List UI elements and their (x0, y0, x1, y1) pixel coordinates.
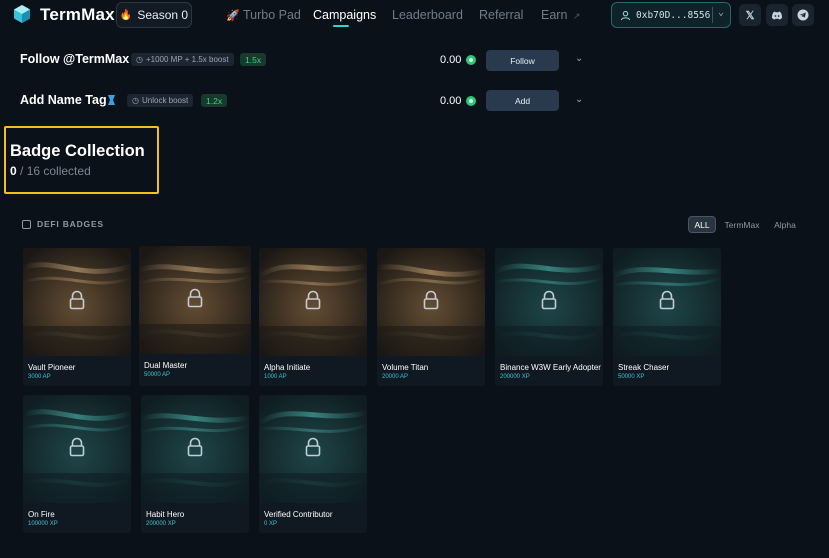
wallet-divider (712, 7, 713, 23)
task-title: Follow @TermMax (20, 52, 130, 66)
lock-icon (186, 437, 204, 457)
lock-icon (186, 288, 204, 308)
task-reward-text: +1000 MP + 1.5x boost (145, 55, 229, 64)
boost-multiplier-badge: 1.2x (201, 94, 228, 107)
badge-xp: 200000 XP (146, 521, 176, 527)
badge-card[interactable]: Binance W3W Early Adopter 200000 XP (495, 248, 603, 386)
badge-name: Verified Contributor (264, 510, 333, 519)
lock-icon (540, 290, 558, 310)
gem-icon (466, 55, 476, 65)
badge-name: Dual Master (144, 361, 188, 370)
nav-link-label: Referral (479, 8, 524, 22)
badge-card[interactable]: Streak Chaser 50000 XP (613, 248, 721, 386)
active-tab-indicator (333, 25, 349, 27)
name-tag-icon (108, 95, 115, 105)
collected-total: / 16 collected (20, 164, 91, 178)
badge-xp: 200000 XP (500, 374, 530, 380)
filter-all[interactable]: ALL (688, 216, 716, 233)
lock-icon (68, 437, 86, 457)
task-amount: 0.00 (440, 54, 462, 66)
badge-name: Habit Hero (146, 510, 185, 519)
badge-collection-title: Badge Collection (10, 142, 145, 160)
badge-xp: 1000 AP (264, 374, 287, 380)
clock-icon: ◷ (132, 96, 139, 105)
rocket-icon: 🚀 (226, 10, 240, 22)
badge-card[interactable]: Volume Titan 20000 AP (377, 248, 485, 386)
nav-link-campaigns[interactable]: Campaigns (313, 8, 376, 22)
task-reward-tag: ◷ +1000 MP + 1.5x boost (131, 53, 234, 66)
wallet-button[interactable]: 0xb70D...8556 ⌄ (611, 2, 731, 28)
badge-xp: 100000 XP (28, 521, 58, 527)
badge-card[interactable]: Dual Master 50000 AP (139, 246, 251, 386)
task-title: Add Name Tag (20, 93, 107, 107)
user-icon (620, 10, 631, 20)
nav-link-leaderboard[interactable]: Leaderboard (392, 8, 463, 22)
badge-name: Volume Titan (382, 363, 429, 372)
nav-link-label: Campaigns (313, 8, 377, 22)
chevron-down-icon[interactable]: ⌄ (718, 7, 724, 18)
x-icon[interactable]: 𝕏 (739, 4, 761, 26)
nav-link-label: Earn (541, 8, 568, 22)
clock-icon: ◷ (136, 55, 143, 64)
nav-link-earn[interactable]: Earn ↗ (541, 8, 580, 22)
discord-icon[interactable] (766, 4, 788, 26)
task-reward-text: Unlock boost (141, 96, 189, 105)
nav-link-turbo-pad[interactable]: 🚀 Turbo Pad (226, 8, 301, 22)
telegram-icon[interactable] (792, 4, 814, 26)
season-selector[interactable]: 🔥 Season 0 (116, 2, 192, 28)
termmax-logo-icon[interactable] (12, 4, 32, 24)
badge-card[interactable]: Alpha Initiate 1000 AP (259, 248, 367, 386)
badge-card[interactable]: On Fire 100000 XP (23, 395, 131, 533)
badge-card[interactable]: Verified Contributor 0 XP (259, 395, 367, 533)
task-reward-tag: ◷ Unlock boost (127, 94, 194, 107)
follow-button[interactable]: Follow (486, 50, 559, 71)
lock-icon (304, 437, 322, 457)
nav-link-referral[interactable]: Referral (479, 8, 523, 22)
badge-xp: 50000 AP (144, 372, 171, 378)
add-button[interactable]: Add (486, 90, 559, 111)
nav-link-label: Leaderboard (392, 8, 463, 22)
defi-badges-section-label: DEFI BADGES (22, 219, 104, 229)
lock-icon (304, 290, 322, 310)
task-amount: 0.00 (440, 95, 462, 107)
flame-icon: 🔥 (119, 9, 133, 21)
gem-icon (466, 96, 476, 106)
lock-icon (658, 290, 676, 310)
external-link-icon: ↗ (572, 11, 581, 21)
collected-number: 0 (10, 164, 17, 178)
badge-name: Binance W3W Early Adopter (500, 363, 601, 372)
season-label: Season 0 (137, 8, 189, 22)
badge-xp: 50000 XP (618, 374, 645, 380)
badge-name: Streak Chaser (618, 363, 670, 372)
wallet-address: 0xb70D...8556 (636, 9, 711, 21)
badge-card[interactable]: Vault Pioneer 3000 AP (23, 248, 131, 386)
badge-card[interactable]: Habit Hero 200000 XP (141, 395, 249, 533)
brand-name[interactable]: TermMax (40, 5, 115, 25)
nav-link-label: Turbo Pad (242, 8, 301, 22)
badge-name: On Fire (28, 510, 55, 519)
badge-xp: 3000 AP (28, 374, 51, 380)
badge-name: Vault Pioneer (28, 363, 76, 372)
badge-xp: 20000 AP (382, 374, 409, 380)
section-label-text: DEFI BADGES (37, 219, 104, 229)
badge-collected-count: 0 / 16 collected (10, 164, 91, 178)
top-nav: TermMax 🔥 Season 0 🚀 Turbo Pad Campaigns… (0, 0, 829, 30)
chevron-down-icon[interactable]: ⌄ (575, 94, 583, 105)
calendar-icon (22, 219, 31, 229)
badge-xp: 0 XP (264, 521, 278, 527)
lock-icon (68, 290, 86, 310)
chevron-down-icon[interactable]: ⌄ (575, 53, 583, 64)
filter-termmax[interactable]: TermMax (722, 216, 762, 233)
lock-icon (422, 290, 440, 310)
badge-name: Alpha Initiate (264, 363, 311, 372)
boost-multiplier-badge: 1.5x (240, 53, 267, 66)
filter-alpha[interactable]: Alpha (770, 216, 800, 233)
